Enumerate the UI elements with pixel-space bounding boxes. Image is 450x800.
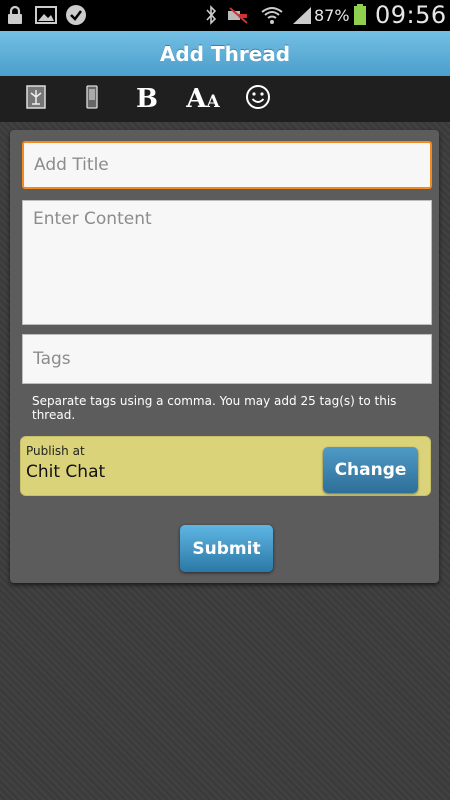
page-title: Add Thread: [159, 41, 291, 66]
signal-icon: [290, 4, 314, 26]
wifi-icon: [259, 4, 285, 26]
battery-icon: [352, 4, 368, 26]
status-bar: 87% 09:56: [0, 0, 450, 31]
battery-percent: 87%: [314, 6, 350, 25]
emoji-button[interactable]: [244, 84, 272, 114]
clock: 09:56: [375, 1, 447, 29]
check-circle-icon: [64, 4, 88, 26]
bluetooth-icon: [203, 4, 219, 26]
thread-form: Separate tags using a comma. You may add…: [10, 130, 439, 583]
font-size-icon: A: [186, 84, 207, 114]
change-forum-button[interactable]: Change: [323, 447, 418, 493]
content-input[interactable]: [22, 200, 432, 325]
submit-button[interactable]: Submit: [180, 525, 273, 572]
image-icon: [25, 84, 47, 114]
phone-icon: [85, 84, 99, 114]
editor-toolbar: B AA: [0, 76, 450, 122]
image-icon: [34, 4, 58, 26]
smiley-icon: [245, 84, 271, 114]
font-size-icon-small: A: [206, 92, 220, 112]
mute-icon: [225, 4, 251, 26]
publish-location-panel: Publish at Chit Chat Change: [20, 436, 431, 496]
font-size-button[interactable]: AA: [183, 84, 223, 114]
publish-forum-name: Chit Chat: [26, 462, 106, 482]
tags-input[interactable]: [22, 334, 432, 384]
insert-image-button[interactable]: [22, 84, 50, 114]
lock-icon: [6, 4, 24, 26]
publish-label: Publish at: [26, 444, 85, 458]
title-input[interactable]: [22, 141, 432, 189]
bold-button[interactable]: B: [134, 84, 160, 114]
insert-media-button[interactable]: [80, 84, 104, 114]
tags-hint: Separate tags using a comma. You may add…: [32, 394, 397, 422]
app-header: Add Thread: [0, 31, 450, 76]
